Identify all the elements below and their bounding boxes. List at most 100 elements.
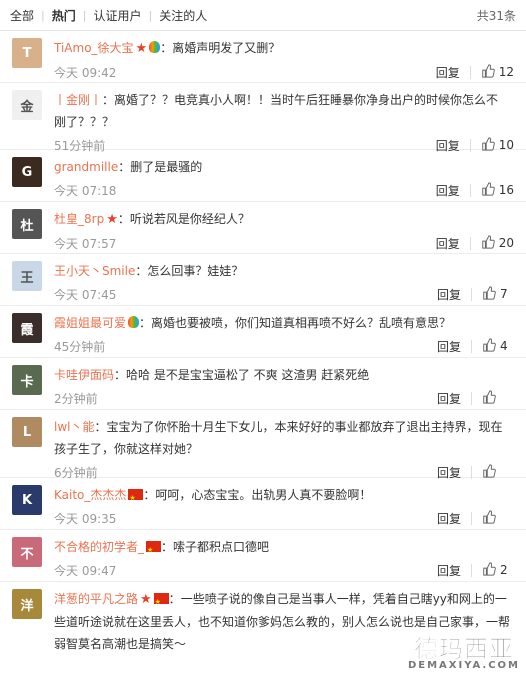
avatar[interactable]: L (12, 417, 42, 447)
avatar-initial: K (21, 492, 33, 508)
like-count: 4 (500, 339, 508, 353)
name-colon: ： (168, 592, 181, 606)
like-count: 12 (498, 65, 514, 79)
commenter-name[interactable]: 丨金刚丨 (54, 93, 102, 107)
like-button[interactable]: 10 (481, 136, 514, 154)
comment-time: 45分钟前 (54, 339, 106, 354)
like-count: 7 (500, 287, 508, 301)
commenter-name[interactable]: lwl丶能 (54, 420, 94, 434)
comment-body: Kaito_杰杰杰 ：呵呵，心态宝宝。出轨男人真不要脸啊！ 今天 09:35 回复 (54, 484, 514, 529)
commenter-name[interactable]: 王小天丶Smile (54, 264, 135, 278)
tab-verified-users[interactable]: 认证用户 (93, 7, 141, 24)
comment-text-line: TiAmo_徐大宝 ★ ：离婚声明发了又删？ (54, 37, 514, 60)
avatar[interactable]: 霞 (12, 313, 42, 343)
comment-text-line: Kaito_杰杰杰 ：呵呵，心态宝宝。出轨男人真不要脸啊！ (54, 484, 514, 509)
reply-button[interactable]: 回复 (437, 510, 461, 527)
vip-star-icon: ★ (135, 41, 148, 56)
thumbs-up-icon (482, 285, 500, 303)
name-colon: ： (94, 420, 107, 434)
comment-time: 今天 07:18 (54, 183, 117, 198)
comment-body: 丨金刚丨：离婚了？？电竞真小人啊！！当时午后狂睡暴你净身出户的时候你怎么不刚了？… (54, 89, 514, 153)
thumbs-up-icon (482, 463, 500, 481)
avatar[interactable]: G (12, 157, 42, 187)
avatar[interactable]: 金 (12, 90, 42, 120)
comment-body: 杜皇_8rp ★：听说若风是你经纪人？ 今天 07:57 回复 20 (54, 208, 514, 253)
reply-button[interactable]: 回复 (437, 286, 461, 303)
like-button[interactable]: 2 (482, 561, 514, 579)
comment-item: 王 王小天丶Smile：怎么回事？娃娃？ 今天 07:45 回复 7 (0, 254, 526, 306)
reply-button[interactable]: 回复 (437, 390, 461, 407)
avatar[interactable]: K (12, 485, 42, 515)
avatar[interactable]: 洋 (12, 589, 42, 619)
comment-item: 卡 卡哇伊面码：哈哈 是不是宝宝逼松了 不爽 这渣男 赶紧死绝 2分钟前 回复 (0, 358, 526, 410)
comment-filter-tabs: 全部 | 热门 | 认证用户 | 关注的人 共31条 (0, 0, 526, 31)
avatar[interactable]: 杜 (12, 209, 42, 239)
like-button[interactable]: 16 (481, 181, 514, 199)
thumbs-up-icon (482, 561, 500, 579)
thumbs-up-icon (481, 234, 499, 252)
avatar-initial: L (22, 424, 32, 440)
like-button[interactable] (482, 509, 514, 527)
comment-text-line: 不合格的初学者_ ：嗦子都积点口德吧 (54, 536, 514, 561)
like-button[interactable]: 20 (481, 234, 514, 252)
commenter-name[interactable]: 杜皇_8rp (54, 212, 104, 226)
avatar[interactable]: 卡 (12, 365, 42, 395)
name-colon: ： (117, 212, 130, 226)
commenter-name[interactable]: grandmille (54, 160, 118, 174)
like-count: 20 (498, 236, 514, 250)
tab-all[interactable]: 全部 (10, 7, 34, 24)
avatar-initial: 霞 (20, 322, 34, 338)
reply-button[interactable]: 回复 (437, 464, 461, 481)
commenter-name[interactable]: TiAmo_徐大宝 (54, 41, 134, 55)
comment-text: 呵呵，心态宝宝。出轨男人真不要脸啊！ (155, 488, 372, 502)
comment-list: T TiAmo_徐大宝★：离婚声明发了又删？ 今天 09:42 回复 12 (0, 31, 526, 662)
comment-item: 杜 杜皇_8rp ★：听说若风是你经纪人？ 今天 07:57 回复 20 (0, 202, 526, 254)
like-button[interactable]: 7 (482, 285, 514, 303)
avatar[interactable]: T (12, 38, 42, 68)
comment-body: TiAmo_徐大宝 ★ ：离婚声明发了又删？ 今天 09:42 回复 12 (54, 37, 514, 82)
reply-button[interactable]: 回复 (436, 235, 460, 252)
like-button[interactable] (482, 463, 514, 481)
avatar-initial: T (22, 45, 32, 61)
avatar[interactable]: 王 (12, 261, 42, 291)
colorful-bulb-badge-icon (128, 316, 140, 328)
comment-time: 今天 09:42 (54, 65, 117, 80)
comment-time: 今天 07:57 (54, 236, 117, 251)
comment-actions: 回复 10 (436, 136, 514, 154)
reply-button[interactable]: 回复 (436, 182, 460, 199)
like-button[interactable] (482, 389, 514, 407)
comment-text: 宝宝为了你怀胎十月生下女儿，本来好好的事业都放弃了退出主持界，现在孩子生了，你就… (54, 420, 503, 456)
tab-following[interactable]: 关注的人 (159, 7, 207, 24)
reply-button[interactable]: 回复 (436, 64, 460, 81)
watermark-text: 德玛西亚 (413, 635, 514, 664)
action-divider (469, 138, 471, 152)
reply-button[interactable]: 回复 (437, 562, 461, 579)
action-divider (469, 183, 471, 197)
comment-meta: 今天 07:57 回复 20 (54, 231, 514, 255)
comment-actions: 回复 4 (437, 337, 514, 355)
commenter-name[interactable]: 不合格的初学者_ (54, 540, 144, 554)
avatar[interactable]: 不 (12, 537, 42, 567)
comment-text-line: 杜皇_8rp ★：听说若风是你经纪人？ (54, 208, 514, 231)
reply-button[interactable]: 回复 (436, 137, 460, 154)
like-button[interactable]: 4 (482, 337, 514, 355)
comment-meta: 6分钟前 回复 (54, 460, 514, 484)
comment-text: 哈哈 是不是宝宝逼松了 不爽 这渣男 赶紧死绝 (126, 368, 370, 382)
comment-time: 今天 09:47 (54, 563, 117, 578)
commenter-name[interactable]: Kaito_杰杰杰 (54, 488, 126, 502)
commenter-name[interactable]: 卡哇伊面码 (54, 368, 114, 382)
comment-actions: 回复 7 (437, 285, 514, 303)
commenter-name[interactable]: 霞姐姐最可爱 (54, 316, 126, 330)
thumbs-up-icon (481, 136, 499, 154)
comment-meta: 今天 09:35 回复 (54, 506, 514, 530)
comment-meta: 51分钟前 回复 10 (54, 133, 514, 157)
commenter-name[interactable]: 洋葱的平凡之路 (54, 592, 138, 606)
like-button[interactable]: 12 (481, 63, 514, 81)
reply-button[interactable]: 回复 (437, 338, 461, 355)
comment-actions: 回复 20 (436, 234, 514, 252)
action-divider (469, 65, 471, 79)
comment-item: L lwl丶能：宝宝为了你怀胎十月生下女儿，本来好好的事业都放弃了退出主持界，现… (0, 410, 526, 480)
china-flag-icon (128, 487, 144, 509)
tab-hot[interactable]: 热门 (52, 7, 76, 24)
comment-text-line: grandmille：删了是最骚的 (54, 156, 514, 178)
